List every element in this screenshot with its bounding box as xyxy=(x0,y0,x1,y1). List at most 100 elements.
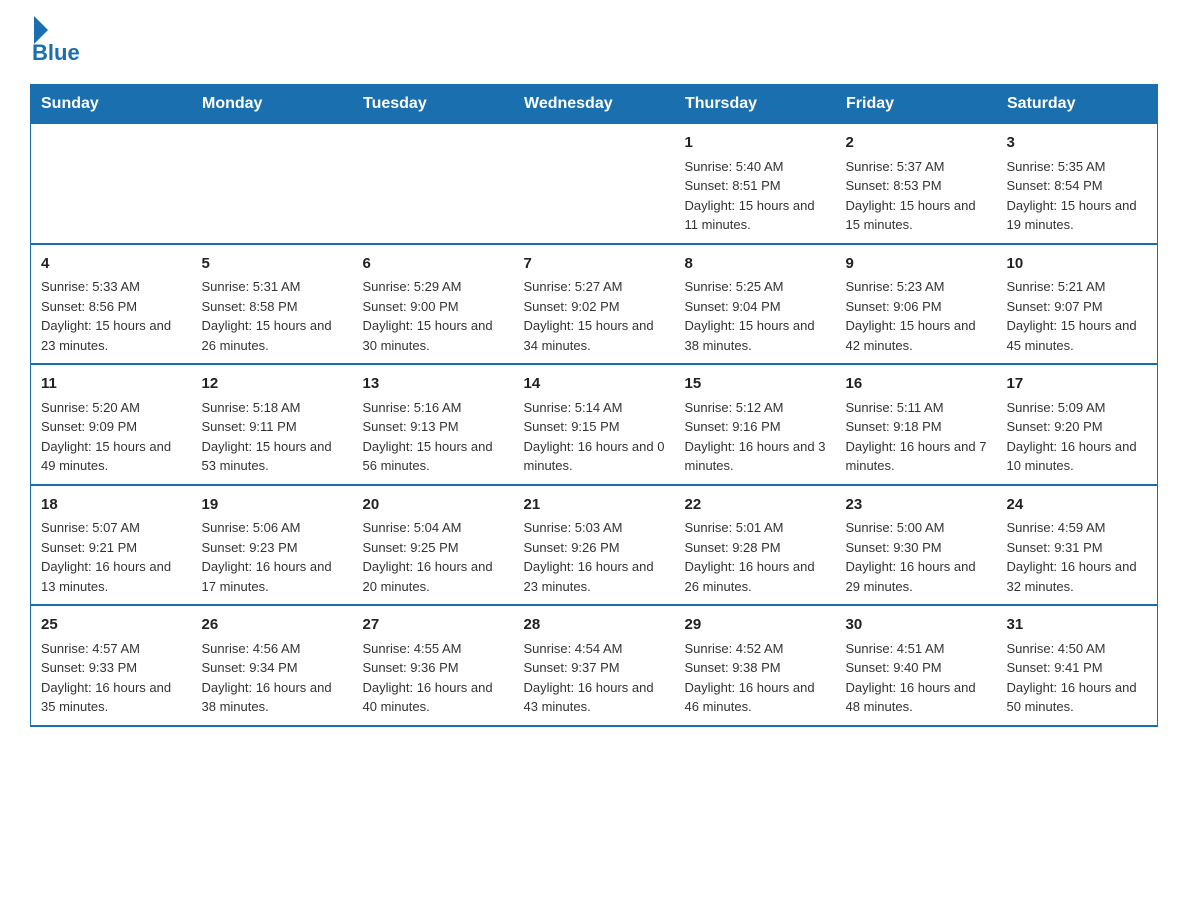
day-info: Sunrise: 5:31 AM Sunset: 8:58 PM Dayligh… xyxy=(202,277,343,355)
calendar-day-cell: 21Sunrise: 5:03 AM Sunset: 9:26 PM Dayli… xyxy=(514,485,675,606)
day-info: Sunrise: 4:55 AM Sunset: 9:36 PM Dayligh… xyxy=(363,639,504,717)
calendar-week-row: 18Sunrise: 5:07 AM Sunset: 9:21 PM Dayli… xyxy=(31,485,1158,606)
calendar-day-cell xyxy=(31,124,192,244)
calendar-day-cell: 18Sunrise: 5:07 AM Sunset: 9:21 PM Dayli… xyxy=(31,485,192,606)
logo: Blue xyxy=(30,20,80,66)
calendar-day-cell: 11Sunrise: 5:20 AM Sunset: 9:09 PM Dayli… xyxy=(31,364,192,485)
day-info: Sunrise: 5:35 AM Sunset: 8:54 PM Dayligh… xyxy=(1007,157,1148,235)
calendar-week-row: 1Sunrise: 5:40 AM Sunset: 8:51 PM Daylig… xyxy=(31,124,1158,244)
day-number: 21 xyxy=(524,494,665,517)
day-number: 24 xyxy=(1007,494,1148,517)
day-number: 20 xyxy=(363,494,504,517)
day-info: Sunrise: 4:56 AM Sunset: 9:34 PM Dayligh… xyxy=(202,639,343,717)
calendar-day-cell: 29Sunrise: 4:52 AM Sunset: 9:38 PM Dayli… xyxy=(675,605,836,726)
day-number: 7 xyxy=(524,253,665,276)
day-number: 30 xyxy=(846,614,987,637)
calendar-day-cell: 1Sunrise: 5:40 AM Sunset: 8:51 PM Daylig… xyxy=(675,124,836,244)
calendar-day-cell: 8Sunrise: 5:25 AM Sunset: 9:04 PM Daylig… xyxy=(675,244,836,365)
day-info: Sunrise: 5:03 AM Sunset: 9:26 PM Dayligh… xyxy=(524,518,665,596)
calendar-day-cell xyxy=(353,124,514,244)
day-number: 19 xyxy=(202,494,343,517)
day-info: Sunrise: 4:50 AM Sunset: 9:41 PM Dayligh… xyxy=(1007,639,1148,717)
calendar-table: SundayMondayTuesdayWednesdayThursdayFrid… xyxy=(30,84,1158,727)
calendar-day-cell: 31Sunrise: 4:50 AM Sunset: 9:41 PM Dayli… xyxy=(997,605,1158,726)
day-number: 18 xyxy=(41,494,182,517)
calendar-day-cell xyxy=(514,124,675,244)
day-number: 14 xyxy=(524,373,665,396)
day-number: 26 xyxy=(202,614,343,637)
day-info: Sunrise: 5:33 AM Sunset: 8:56 PM Dayligh… xyxy=(41,277,182,355)
day-info: Sunrise: 5:04 AM Sunset: 9:25 PM Dayligh… xyxy=(363,518,504,596)
day-info: Sunrise: 4:54 AM Sunset: 9:37 PM Dayligh… xyxy=(524,639,665,717)
calendar-day-cell: 14Sunrise: 5:14 AM Sunset: 9:15 PM Dayli… xyxy=(514,364,675,485)
calendar-day-cell: 13Sunrise: 5:16 AM Sunset: 9:13 PM Dayli… xyxy=(353,364,514,485)
weekday-header-thursday: Thursday xyxy=(675,85,836,124)
day-number: 11 xyxy=(41,373,182,396)
weekday-header-row: SundayMondayTuesdayWednesdayThursdayFrid… xyxy=(31,85,1158,124)
weekday-header-saturday: Saturday xyxy=(997,85,1158,124)
calendar-day-cell: 28Sunrise: 4:54 AM Sunset: 9:37 PM Dayli… xyxy=(514,605,675,726)
calendar-day-cell: 24Sunrise: 4:59 AM Sunset: 9:31 PM Dayli… xyxy=(997,485,1158,606)
day-number: 28 xyxy=(524,614,665,637)
day-info: Sunrise: 5:12 AM Sunset: 9:16 PM Dayligh… xyxy=(685,398,826,476)
calendar-day-cell: 6Sunrise: 5:29 AM Sunset: 9:00 PM Daylig… xyxy=(353,244,514,365)
weekday-header-sunday: Sunday xyxy=(31,85,192,124)
day-number: 3 xyxy=(1007,132,1148,155)
calendar-week-row: 4Sunrise: 5:33 AM Sunset: 8:56 PM Daylig… xyxy=(31,244,1158,365)
calendar-day-cell: 16Sunrise: 5:11 AM Sunset: 9:18 PM Dayli… xyxy=(836,364,997,485)
day-number: 17 xyxy=(1007,373,1148,396)
calendar-day-cell: 3Sunrise: 5:35 AM Sunset: 8:54 PM Daylig… xyxy=(997,124,1158,244)
weekday-header-monday: Monday xyxy=(192,85,353,124)
day-info: Sunrise: 5:00 AM Sunset: 9:30 PM Dayligh… xyxy=(846,518,987,596)
calendar-day-cell: 5Sunrise: 5:31 AM Sunset: 8:58 PM Daylig… xyxy=(192,244,353,365)
day-info: Sunrise: 5:21 AM Sunset: 9:07 PM Dayligh… xyxy=(1007,277,1148,355)
calendar-day-cell: 23Sunrise: 5:00 AM Sunset: 9:30 PM Dayli… xyxy=(836,485,997,606)
calendar-day-cell: 27Sunrise: 4:55 AM Sunset: 9:36 PM Dayli… xyxy=(353,605,514,726)
day-info: Sunrise: 5:20 AM Sunset: 9:09 PM Dayligh… xyxy=(41,398,182,476)
calendar-day-cell: 2Sunrise: 5:37 AM Sunset: 8:53 PM Daylig… xyxy=(836,124,997,244)
day-number: 5 xyxy=(202,253,343,276)
calendar-week-row: 11Sunrise: 5:20 AM Sunset: 9:09 PM Dayli… xyxy=(31,364,1158,485)
day-number: 16 xyxy=(846,373,987,396)
day-number: 22 xyxy=(685,494,826,517)
calendar-day-cell: 10Sunrise: 5:21 AM Sunset: 9:07 PM Dayli… xyxy=(997,244,1158,365)
calendar-week-row: 25Sunrise: 4:57 AM Sunset: 9:33 PM Dayli… xyxy=(31,605,1158,726)
day-number: 2 xyxy=(846,132,987,155)
day-info: Sunrise: 5:18 AM Sunset: 9:11 PM Dayligh… xyxy=(202,398,343,476)
calendar-day-cell: 20Sunrise: 5:04 AM Sunset: 9:25 PM Dayli… xyxy=(353,485,514,606)
calendar-day-cell: 19Sunrise: 5:06 AM Sunset: 9:23 PM Dayli… xyxy=(192,485,353,606)
calendar-day-cell: 15Sunrise: 5:12 AM Sunset: 9:16 PM Dayli… xyxy=(675,364,836,485)
page-header: Blue xyxy=(30,20,1158,66)
day-number: 6 xyxy=(363,253,504,276)
calendar-day-cell: 9Sunrise: 5:23 AM Sunset: 9:06 PM Daylig… xyxy=(836,244,997,365)
day-number: 1 xyxy=(685,132,826,155)
day-number: 4 xyxy=(41,253,182,276)
calendar-day-cell: 17Sunrise: 5:09 AM Sunset: 9:20 PM Dayli… xyxy=(997,364,1158,485)
day-info: Sunrise: 5:06 AM Sunset: 9:23 PM Dayligh… xyxy=(202,518,343,596)
day-info: Sunrise: 5:29 AM Sunset: 9:00 PM Dayligh… xyxy=(363,277,504,355)
day-number: 13 xyxy=(363,373,504,396)
day-info: Sunrise: 4:51 AM Sunset: 9:40 PM Dayligh… xyxy=(846,639,987,717)
day-info: Sunrise: 4:57 AM Sunset: 9:33 PM Dayligh… xyxy=(41,639,182,717)
weekday-header-wednesday: Wednesday xyxy=(514,85,675,124)
day-number: 23 xyxy=(846,494,987,517)
weekday-header-tuesday: Tuesday xyxy=(353,85,514,124)
day-info: Sunrise: 5:09 AM Sunset: 9:20 PM Dayligh… xyxy=(1007,398,1148,476)
day-info: Sunrise: 5:27 AM Sunset: 9:02 PM Dayligh… xyxy=(524,277,665,355)
day-number: 27 xyxy=(363,614,504,637)
day-number: 12 xyxy=(202,373,343,396)
day-number: 29 xyxy=(685,614,826,637)
calendar-day-cell xyxy=(192,124,353,244)
day-number: 31 xyxy=(1007,614,1148,637)
weekday-header-friday: Friday xyxy=(836,85,997,124)
calendar-day-cell: 26Sunrise: 4:56 AM Sunset: 9:34 PM Dayli… xyxy=(192,605,353,726)
day-info: Sunrise: 5:16 AM Sunset: 9:13 PM Dayligh… xyxy=(363,398,504,476)
calendar-day-cell: 22Sunrise: 5:01 AM Sunset: 9:28 PM Dayli… xyxy=(675,485,836,606)
day-info: Sunrise: 5:40 AM Sunset: 8:51 PM Dayligh… xyxy=(685,157,826,235)
day-info: Sunrise: 5:37 AM Sunset: 8:53 PM Dayligh… xyxy=(846,157,987,235)
calendar-day-cell: 4Sunrise: 5:33 AM Sunset: 8:56 PM Daylig… xyxy=(31,244,192,365)
day-info: Sunrise: 4:52 AM Sunset: 9:38 PM Dayligh… xyxy=(685,639,826,717)
day-number: 9 xyxy=(846,253,987,276)
day-number: 15 xyxy=(685,373,826,396)
day-info: Sunrise: 5:11 AM Sunset: 9:18 PM Dayligh… xyxy=(846,398,987,476)
